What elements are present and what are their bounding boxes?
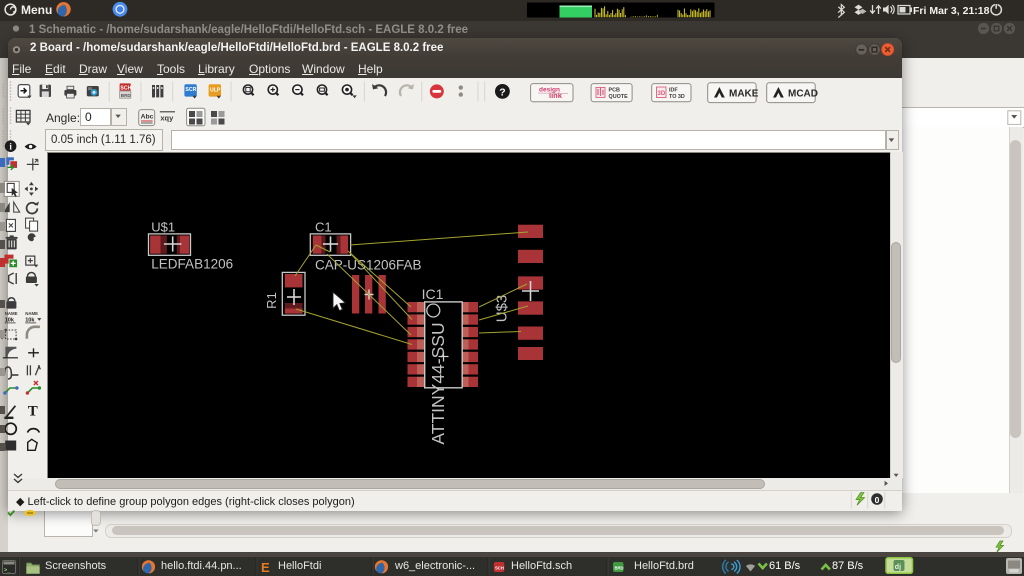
svg-text:LEDFAB1206: LEDFAB1206	[151, 257, 233, 272]
svg-text:U$1: U$1	[151, 220, 175, 235]
svg-text:R1: R1	[264, 292, 279, 309]
svg-text:C1: C1	[315, 220, 332, 235]
svg-text:IC1: IC1	[422, 286, 444, 302]
svg-text:CAP-US1206FAB: CAP-US1206FAB	[315, 257, 422, 272]
svg-text:ATTINY44-SSU: ATTINY44-SSU	[428, 322, 448, 444]
